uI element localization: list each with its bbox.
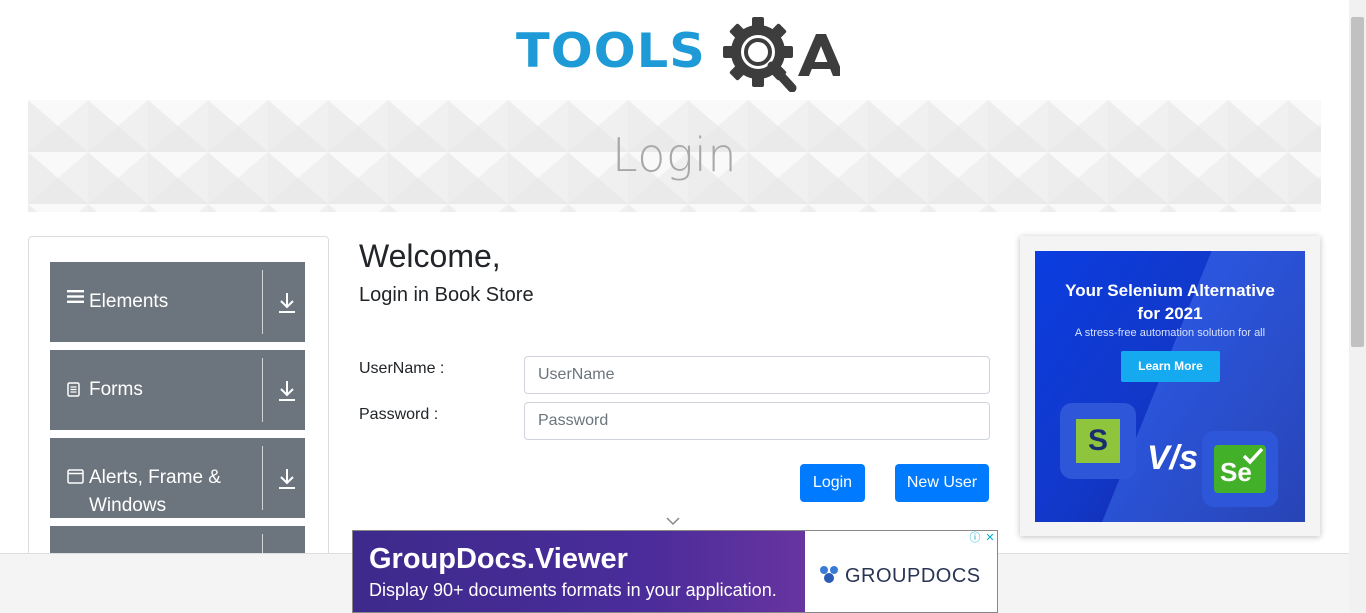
divider	[262, 358, 263, 422]
side-advertisement[interactable]: Your Selenium Alternative for 2021 A str…	[1035, 251, 1305, 522]
document-icon	[67, 382, 80, 402]
window-icon	[67, 469, 84, 489]
password-label: Password :	[359, 406, 439, 423]
username-input[interactable]	[524, 356, 990, 394]
checkmark-icon	[1242, 447, 1264, 465]
download-icon[interactable]	[278, 468, 296, 490]
ad-close-icon[interactable]: ✕	[983, 531, 997, 545]
sidebar-group-label: Alerts, Frame &	[89, 467, 221, 488]
bottom-ad-title: GroupDocs.Viewer	[369, 543, 628, 575]
scrollbar-thumb[interactable]	[1351, 17, 1364, 347]
new-user-button[interactable]: New User	[895, 464, 989, 502]
sidebar-group-label: Forms	[89, 379, 143, 400]
sidebar-group-elements[interactable]: Elements	[50, 262, 305, 342]
selenium-logo-tile: Se	[1202, 431, 1278, 507]
download-icon[interactable]	[278, 380, 296, 402]
password-input[interactable]	[524, 402, 990, 440]
page-banner: Login	[28, 100, 1321, 212]
page-title: Login	[611, 128, 737, 182]
ad-headline: Your Selenium Alternative for 2021	[1035, 279, 1305, 325]
username-label: UserName :	[359, 360, 445, 377]
logo-tools-text: TOOLS	[516, 24, 706, 79]
sidebar: Elements Forms Alerts, Frame & Windows	[28, 236, 329, 576]
bottom-advertisement[interactable]: GroupDocs.Viewer Display 90+ documents f…	[352, 530, 998, 613]
hamburger-icon	[67, 289, 84, 309]
site-header: TOOLS	[0, 0, 1349, 100]
katalon-letter: S	[1088, 424, 1109, 457]
learn-more-button[interactable]: Learn More	[1121, 351, 1220, 382]
sidebar-group-label: Elements	[89, 291, 169, 312]
ad-info-icon[interactable]: ⓘ	[968, 531, 982, 545]
toolsqa-logo[interactable]: TOOLS	[514, 14, 840, 92]
download-icon[interactable]	[278, 292, 296, 314]
katalon-logo-icon: S	[1076, 419, 1120, 463]
selenium-logo-icon: Se	[1214, 445, 1266, 493]
login-subheading: Login in Book Store	[359, 284, 534, 306]
sidebar-group-label-line2: Windows	[89, 495, 167, 516]
ad-subtitle: A stress-free automation solution for al…	[1074, 327, 1266, 339]
gear-logo-icon	[723, 17, 840, 92]
welcome-heading: Welcome,	[359, 238, 501, 274]
divider	[262, 270, 263, 334]
bottom-ad-subtitle: Display 90+ documents formats in your ap…	[369, 580, 777, 600]
ad-headline-line1: Your Selenium Alternative	[1065, 281, 1275, 300]
groupdocs-logo-icon	[820, 566, 838, 583]
divider	[262, 446, 263, 510]
vertical-scrollbar[interactable]	[1349, 0, 1366, 613]
brand-name: GROUPDOCS	[845, 565, 981, 587]
katalon-logo-tile: S	[1060, 403, 1136, 479]
versus-text: V/s	[1147, 439, 1199, 477]
login-button[interactable]: Login	[800, 464, 865, 502]
sidebar-group-forms[interactable]: Forms	[50, 350, 305, 430]
sidebar-group-alerts-frame-windows[interactable]: Alerts, Frame & Windows	[50, 438, 305, 518]
ad-headline-line2: for 2021	[1137, 304, 1203, 323]
chevron-down-icon[interactable]	[666, 516, 680, 526]
